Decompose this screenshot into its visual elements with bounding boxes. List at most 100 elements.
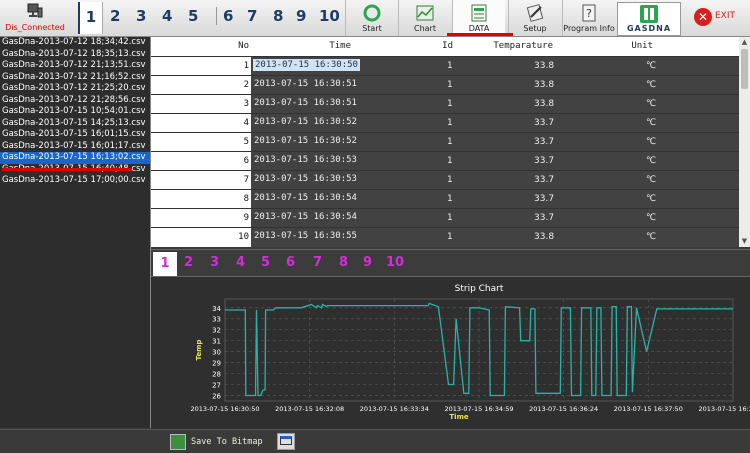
table-row[interactable]: 7 2013-07-15 16:30:53 1 33.7 ℃ — [151, 170, 739, 190]
computer-icon — [27, 3, 43, 18]
channel-tab-5[interactable]: 5 — [188, 7, 198, 25]
row-time: 2013-07-15 16:30:54 — [254, 193, 357, 203]
file-item[interactable]: GasDna-2013-07-12 21;13;51.csv — [0, 60, 150, 72]
row-temperature: 33.7 — [534, 213, 555, 223]
start-icon — [363, 4, 381, 22]
file-item[interactable]: GasDna-2013-07-15 16;01;17.csv — [0, 141, 150, 153]
row-number: 8 — [151, 190, 251, 209]
table-row[interactable]: 5 2013-07-15 16:30:52 1 33.7 ℃ — [151, 132, 739, 152]
data-table: No Time Id Temparature Unit 1 2013-07-15 … — [151, 37, 739, 247]
svg-text:?: ? — [586, 7, 592, 20]
chart-tab-2[interactable]: 2 — [184, 255, 193, 270]
file-item[interactable]: GasDna-2013-07-12 18;35;13.csv — [0, 49, 150, 61]
y-tick-label: 33 — [212, 316, 221, 324]
row-id: 1 — [447, 213, 453, 223]
header-temperature[interactable]: Temparature — [491, 41, 553, 51]
row-time: 2013-07-15 16:30:52 — [254, 117, 357, 127]
connection-status[interactable]: Dis_Connected — [0, 0, 70, 36]
toolbar: Dis_Connected 1 2 3 4 5 6 7 8 9 10 Start… — [0, 0, 750, 37]
table-row[interactable]: 1 2013-07-15 16:30:50 1 33.8 ℃ — [151, 56, 739, 76]
close-icon: ✕ — [694, 8, 712, 26]
file-item[interactable]: GasDna-2013-07-15 14;25;13.csv — [0, 118, 150, 130]
chart-tab-7[interactable]: 7 — [313, 255, 322, 270]
channel-tab-9[interactable]: 9 — [296, 7, 306, 25]
scroll-down-icon[interactable]: ▼ — [740, 237, 749, 246]
table-scrollbar[interactable]: ▲ ▼ — [739, 37, 750, 247]
row-time: 2013-07-15 16:30:51 — [254, 79, 357, 89]
chart-tab-9[interactable]: 9 — [363, 255, 372, 270]
chart-tab-3[interactable]: 3 — [210, 255, 219, 270]
channel-tab-1[interactable]: 1 — [78, 2, 103, 34]
y-tick-label: 27 — [212, 382, 221, 390]
y-tick-label: 32 — [212, 327, 221, 335]
x-tick-label: 2013-07-15 16:39:15 — [698, 405, 750, 413]
file-item[interactable]: GasDna-2013-07-15 10;54;01.csv — [0, 106, 150, 118]
program-info-button[interactable]: ? Program Info — [562, 0, 615, 36]
window-icon[interactable] — [277, 433, 295, 450]
chart-tab-5[interactable]: 5 — [261, 255, 270, 270]
header-unit[interactable]: Unit — [621, 41, 653, 51]
start-button[interactable]: Start — [345, 0, 398, 36]
y-axis-label: Temp — [195, 340, 203, 361]
gasdna-logo: GASDNA — [617, 2, 681, 36]
channel-tab-3[interactable]: 3 — [136, 7, 146, 25]
row-number: 4 — [151, 114, 251, 133]
row-time: 2013-07-15 16:30:54 — [254, 212, 357, 222]
chart-tabs: 1 2 3 4 5 6 7 8 9 10 — [151, 249, 750, 276]
x-tick-label: 2013-07-15 16:36:24 — [529, 405, 598, 413]
header-id[interactable]: Id — [421, 41, 453, 51]
chart-tab-8[interactable]: 8 — [339, 255, 348, 270]
row-id: 1 — [447, 61, 453, 71]
row-id: 1 — [447, 232, 453, 242]
row-unit: ℃ — [646, 137, 657, 147]
data-button[interactable]: DATA — [452, 0, 505, 36]
scroll-thumb[interactable] — [741, 49, 748, 89]
channel-tab-10[interactable]: 10 — [319, 7, 340, 25]
header-time[interactable]: Time — [301, 41, 351, 51]
file-item[interactable]: GasDna-2013-07-12 21;16;52.csv — [0, 72, 150, 84]
x-tick-label: 2013-07-15 16:33:34 — [360, 405, 429, 413]
chart-button[interactable]: Chart — [398, 0, 451, 36]
setup-button[interactable]: Setup — [508, 0, 561, 36]
row-temperature: 33.7 — [534, 194, 555, 204]
chart-tab-4[interactable]: 4 — [236, 255, 245, 270]
exit-button[interactable]: ✕ EXIT — [690, 6, 750, 30]
setup-icon — [526, 4, 544, 22]
x-tick-label: 2013-07-15 16:37:50 — [614, 405, 683, 413]
x-tick-label: 2013-07-15 16:32:08 — [275, 405, 344, 413]
file-item[interactable]: GasDna-2013-07-12 18;34;42.csv — [0, 37, 150, 49]
row-unit: ℃ — [646, 232, 657, 242]
file-item[interactable]: GasDna-2013-07-12 21;25;20.csv — [0, 83, 150, 95]
channel-tab-7[interactable]: 7 — [247, 7, 257, 25]
channel-tab-8[interactable]: 8 — [273, 7, 283, 25]
table-row[interactable]: 8 2013-07-15 16:30:54 1 33.7 ℃ — [151, 189, 739, 209]
channel-tab-4[interactable]: 4 — [162, 7, 172, 25]
table-row[interactable]: 6 2013-07-15 16:30:53 1 33.7 ℃ — [151, 151, 739, 171]
table-row[interactable]: 9 2013-07-15 16:30:54 1 33.7 ℃ — [151, 208, 739, 228]
row-time: 2013-07-15 16:30:51 — [254, 98, 357, 108]
strip-chart-svg: Strip Chart 26 27 28 29 30 31 32 33 34 2013-07-15 … — [190, 284, 750, 421]
row-number: 7 — [151, 171, 251, 190]
chart-title: Strip Chart — [455, 284, 504, 294]
row-number: 3 — [151, 95, 251, 114]
selected-file-indicator — [2, 168, 132, 171]
file-item[interactable]: GasDna-2013-07-15 17;00;00.csv — [0, 175, 150, 187]
scroll-up-icon[interactable]: ▲ — [740, 38, 749, 47]
table-row[interactable]: 4 2013-07-15 16:30:52 1 33.7 ℃ — [151, 113, 739, 133]
table-row[interactable]: 2 2013-07-15 16:30:51 1 33.8 ℃ — [151, 75, 739, 95]
channel-tab-6[interactable]: 6 — [216, 7, 233, 25]
row-id: 1 — [447, 194, 453, 204]
row-unit: ℃ — [646, 213, 657, 223]
y-tick-label: 34 — [212, 305, 221, 313]
file-item[interactable]: GasDna-2013-07-12 21;28;56.csv — [0, 95, 150, 107]
chart-tab-10[interactable]: 10 — [386, 255, 404, 270]
channel-tab-2[interactable]: 2 — [110, 7, 120, 25]
row-unit: ℃ — [646, 175, 657, 185]
file-item[interactable]: GasDna-2013-07-15 16;01;15.csv — [0, 129, 150, 141]
table-row[interactable]: 3 2013-07-15 16:30:51 1 33.8 ℃ — [151, 94, 739, 114]
file-item-selected[interactable]: GasDna-2013-07-15 16;13;02.csv — [0, 152, 150, 164]
table-row[interactable]: 10 2013-07-15 16:30:55 1 33.8 ℃ — [151, 227, 739, 247]
header-no[interactable]: No — [221, 41, 249, 51]
chart-tab-1[interactable]: 1 — [153, 252, 177, 276]
chart-tab-6[interactable]: 6 — [286, 255, 295, 270]
